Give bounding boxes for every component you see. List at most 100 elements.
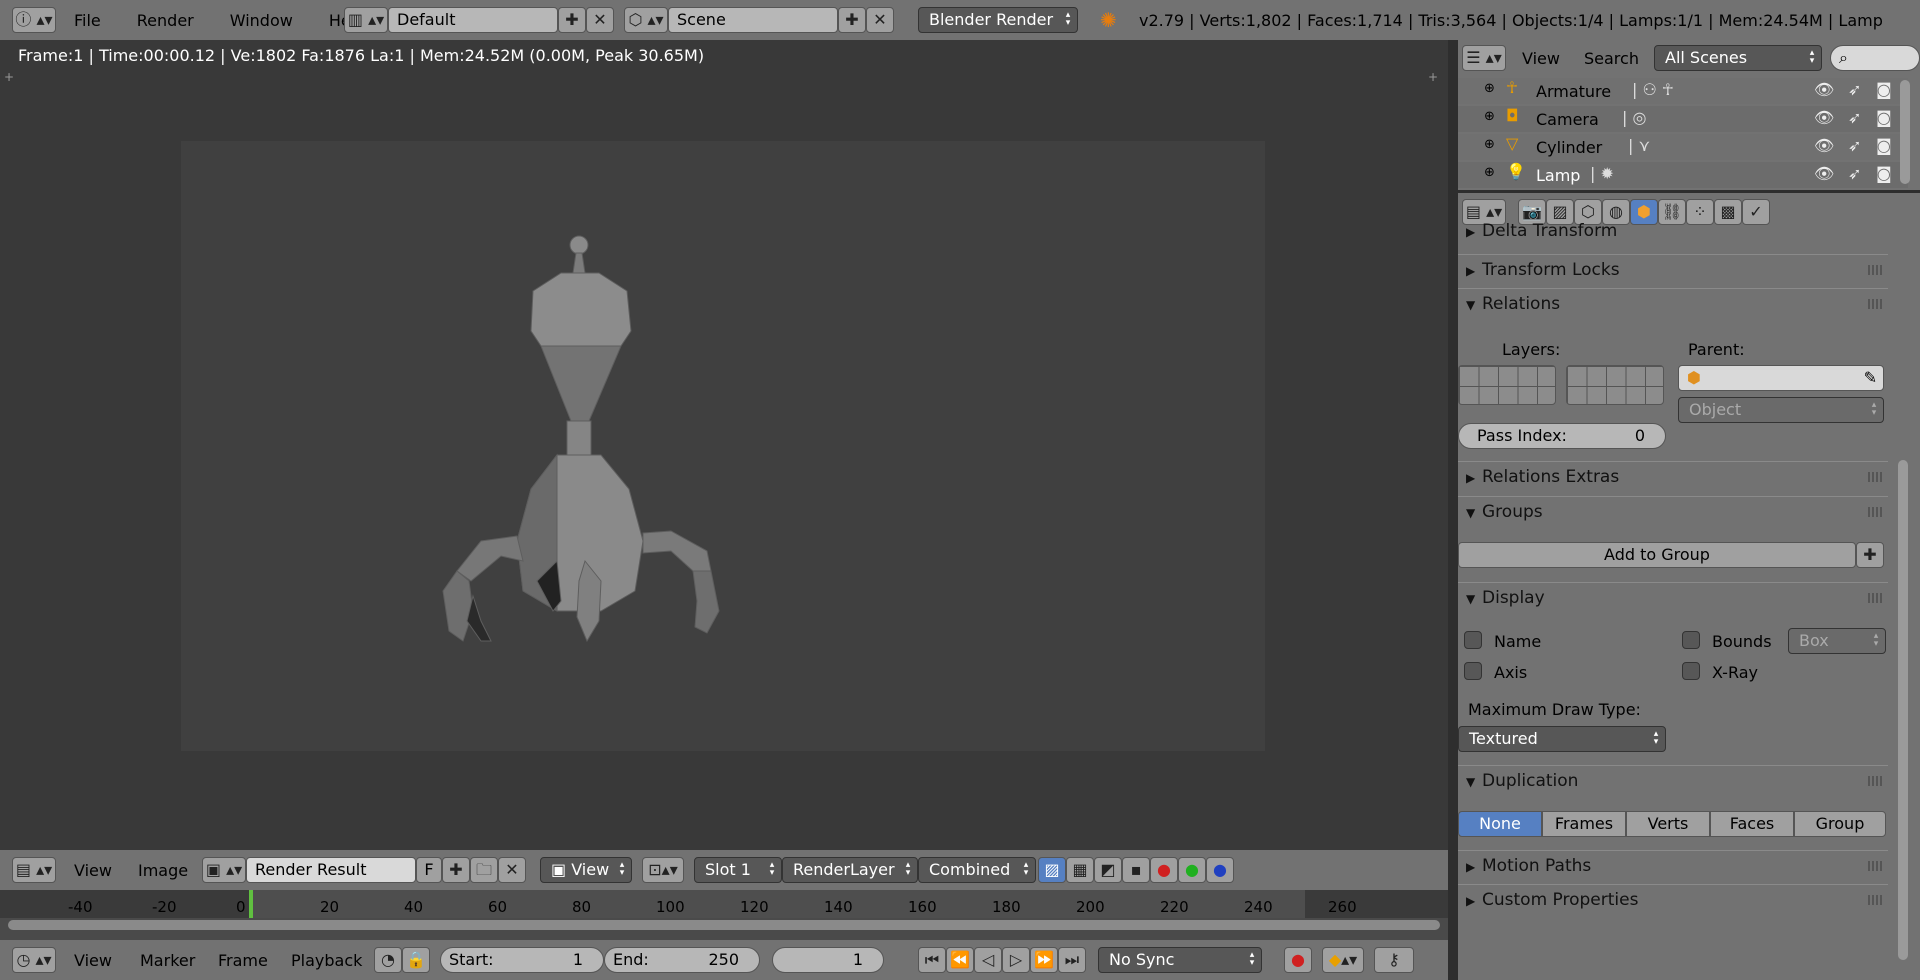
slot-select[interactable]: Slot 1 (694, 857, 782, 883)
axis-checkbox[interactable] (1464, 662, 1482, 680)
drag-grip-icon[interactable] (1868, 593, 1884, 603)
menu-frame[interactable]: Frame (218, 951, 268, 970)
draw-color-alpha-button[interactable]: ▨ (1038, 857, 1066, 883)
outliner-editor-button[interactable]: ☰ ▴▾ (1462, 45, 1506, 71)
menu-view[interactable]: View (1522, 49, 1560, 68)
info-editor-button[interactable]: ⓘ ▴▾ (12, 7, 56, 33)
image-viewer[interactable]: Frame:1 | Time:00:00.12 | Ve:1802 Fa:187… (0, 40, 1448, 850)
xray-checkbox[interactable] (1682, 662, 1700, 680)
scene-button[interactable]: ⬡ ▴▾ (624, 7, 668, 33)
lock-range-button[interactable]: 🔒 (402, 947, 430, 973)
draw-zbuffer-button[interactable]: ▪ (1122, 857, 1150, 883)
outliner-row-selected[interactable]: ⊕ 💡 Lamp | ✹ 👁 ➶ ◙ (1458, 162, 1908, 188)
jump-key-forward-button[interactable]: ⏩ (1030, 947, 1058, 973)
panel-display[interactable]: ▼ Display (1458, 582, 1888, 612)
drag-grip-icon[interactable] (1868, 299, 1884, 309)
view-select[interactable]: ▣ View (540, 857, 632, 883)
channel-green-button[interactable]: ● (1178, 857, 1206, 883)
dupli-faces-button[interactable]: Faces (1710, 811, 1794, 837)
render-camera-icon[interactable]: ◙ (1876, 136, 1892, 155)
menu-marker[interactable]: Marker (140, 951, 195, 970)
dupli-frames-button[interactable]: Frames (1542, 811, 1626, 837)
drag-grip-icon[interactable] (1868, 507, 1884, 517)
end-frame-field[interactable]: End: 250 (604, 947, 760, 973)
panel-groups[interactable]: ▼ Groups (1458, 496, 1888, 526)
corner-handle-icon[interactable]: + (1428, 70, 1438, 84)
outliner-item-name[interactable]: Armature (1536, 82, 1611, 101)
selectable-cursor-icon[interactable]: ➶ (1848, 164, 1861, 183)
render-camera-icon[interactable]: ◙ (1876, 108, 1892, 127)
panel-custom-properties[interactable]: ▶ Custom Properties (1458, 884, 1888, 914)
play-button[interactable]: ▷ (1002, 947, 1030, 973)
pass-index-field[interactable]: Pass Index: 0 (1458, 423, 1666, 449)
preview-range-button[interactable]: ◔ (374, 947, 402, 973)
fake-user-button[interactable]: F (416, 857, 442, 883)
render-pass-select[interactable]: Combined (918, 857, 1036, 883)
keying-tools-button[interactable]: ⚷ (1374, 947, 1414, 973)
eyedropper-icon[interactable]: ✎ (1864, 368, 1877, 387)
drag-grip-icon[interactable] (1868, 861, 1884, 871)
panel-delta-transform[interactable]: ▶ Delta Transform (1458, 222, 1888, 244)
scene-field[interactable]: Scene (668, 7, 838, 33)
name-checkbox[interactable] (1464, 631, 1482, 649)
render-engine-select[interactable]: Blender Render (918, 7, 1078, 33)
visibility-eye-icon[interactable]: 👁 (1814, 108, 1834, 127)
auto-key-button[interactable]: ● (1284, 947, 1312, 973)
corner-handle-icon[interactable]: + (4, 70, 14, 84)
menu-playback[interactable]: Playback (291, 951, 362, 970)
outliner-row[interactable]: ⊕ ◘ Camera | ◎ 👁 ➶ ◙ (1458, 106, 1908, 132)
render-camera-icon[interactable]: ◙ (1876, 164, 1892, 183)
layer-grid-right[interactable] (1566, 365, 1664, 405)
open-image-button[interactable]: 🗀 (470, 857, 498, 883)
menu-file[interactable]: File (74, 11, 101, 30)
draw-alpha-button[interactable]: ◩ (1094, 857, 1122, 883)
drag-grip-icon[interactable] (1868, 472, 1884, 482)
area-divider[interactable] (1448, 40, 1458, 980)
panel-duplication[interactable]: ▼ Duplication (1458, 765, 1888, 795)
selectable-cursor-icon[interactable]: ➶ (1848, 108, 1861, 127)
outliner-row[interactable]: ⊕ ☥ Armature | ⚇ ☥ 👁 ➶ ◙ (1458, 78, 1908, 104)
sync-select[interactable]: No Sync (1098, 947, 1262, 973)
visibility-eye-icon[interactable]: 👁 (1814, 164, 1834, 183)
drag-grip-icon[interactable] (1868, 776, 1884, 786)
expand-icon[interactable]: ⊕ (1484, 165, 1495, 180)
expand-icon[interactable]: ⊕ (1484, 81, 1495, 96)
outliner-search-input[interactable]: ⌕ (1830, 45, 1920, 71)
image-name-field[interactable]: Render Result (246, 857, 416, 883)
visibility-eye-icon[interactable]: 👁 (1814, 136, 1834, 155)
menu-window[interactable]: Window (230, 11, 293, 30)
play-reverse-button[interactable]: ◁ (974, 947, 1002, 973)
selectable-cursor-icon[interactable]: ➶ (1848, 80, 1861, 99)
dupli-group-button[interactable]: Group (1794, 811, 1886, 837)
current-frame-field[interactable]: 1 (772, 947, 884, 973)
render-camera-icon[interactable]: ◙ (1876, 80, 1892, 99)
expand-icon[interactable]: ⊕ (1484, 137, 1495, 152)
render-layer-select[interactable]: RenderLayer (782, 857, 918, 883)
remove-scene-button[interactable]: ✕ (866, 7, 894, 33)
parent-type-select[interactable]: Object (1678, 397, 1884, 423)
add-layout-button[interactable]: ✚ (558, 7, 586, 33)
screen-layout-field[interactable]: Default (388, 7, 558, 33)
editor-type-button[interactable]: ▤ ▴▾ (12, 857, 56, 883)
image-browse-button[interactable]: ▣ ▴▾ (202, 857, 246, 883)
timeline-scrollbar[interactable] (8, 920, 1440, 930)
panel-transform-locks[interactable]: ▶ Transform Locks (1458, 254, 1888, 284)
outliner-item-name[interactable]: Camera (1536, 110, 1599, 129)
bounds-type-select[interactable]: Box (1788, 628, 1886, 654)
visibility-eye-icon[interactable]: 👁 (1814, 80, 1834, 99)
menu-render[interactable]: Render (137, 11, 194, 30)
layer-grid-left[interactable] (1458, 365, 1556, 405)
menu-search[interactable]: Search (1584, 49, 1639, 68)
jump-start-button[interactable]: ⏮ (918, 947, 946, 973)
drag-grip-icon[interactable] (1868, 895, 1884, 905)
keying-set-button[interactable]: ◆▴▾ (1322, 947, 1364, 973)
dupli-none-button[interactable]: None (1458, 811, 1542, 837)
remove-layout-button[interactable]: ✕ (586, 7, 614, 33)
screen-layout-button[interactable]: ▥ ▴▾ (344, 7, 388, 33)
panel-relations[interactable]: ▼ Relations (1458, 288, 1888, 318)
menu-image[interactable]: Image (138, 861, 188, 880)
add-to-group-button[interactable]: Add to Group (1458, 542, 1856, 568)
start-frame-field[interactable]: Start: 1 (440, 947, 604, 973)
panel-motion-paths[interactable]: ▶ Motion Paths (1458, 850, 1888, 880)
menu-view[interactable]: View (74, 951, 112, 970)
